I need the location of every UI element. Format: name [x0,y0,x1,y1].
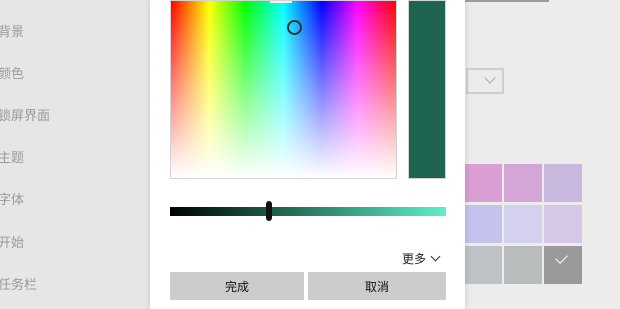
mode-dropdown[interactable] [466,68,504,94]
color-swatch[interactable] [504,164,542,202]
checkmark-icon [555,251,568,264]
settings-sidebar: 背景 颜色 锁屏界面 主题 字体 开始 任务栏 [0,0,150,309]
color-swatch-selected[interactable] [544,246,582,284]
more-toggle[interactable]: 更多 [402,250,441,267]
done-button[interactable]: 完成 [170,272,304,300]
sidebar-item-lock-screen[interactable]: 锁屏界面 [0,105,50,124]
color-preview [408,0,446,179]
more-label: 更多 [402,252,427,266]
brightness-slider[interactable] [170,207,446,216]
spectrum-top-tab [270,1,292,3]
color-swatch[interactable] [464,164,502,202]
color-swatch[interactable] [504,205,542,243]
color-picker-ring[interactable] [287,20,302,35]
color-swatch[interactable] [544,164,582,202]
sidebar-item-start[interactable]: 开始 [0,232,24,251]
sidebar-item-themes[interactable]: 主题 [0,147,24,166]
sidebar-item-taskbar[interactable]: 任务栏 [0,274,37,293]
chevron-down-icon [484,72,496,84]
sidebar-item-colors[interactable]: 颜色 [0,63,24,82]
color-swatch[interactable] [464,205,502,243]
top-divider [465,0,549,2]
brightness-slider-thumb[interactable] [266,201,273,221]
color-swatch[interactable] [504,246,542,284]
color-spectrum[interactable] [170,0,397,179]
chevron-down-icon [430,251,441,262]
sidebar-item-fonts[interactable]: 字体 [0,189,24,208]
cancel-button[interactable]: 取消 [308,272,446,300]
custom-color-dialog: 更多 完成 取消 [150,0,465,309]
color-swatch[interactable] [464,246,502,284]
sidebar-item-background[interactable]: 背景 [0,21,24,40]
color-swatch[interactable] [544,205,582,243]
